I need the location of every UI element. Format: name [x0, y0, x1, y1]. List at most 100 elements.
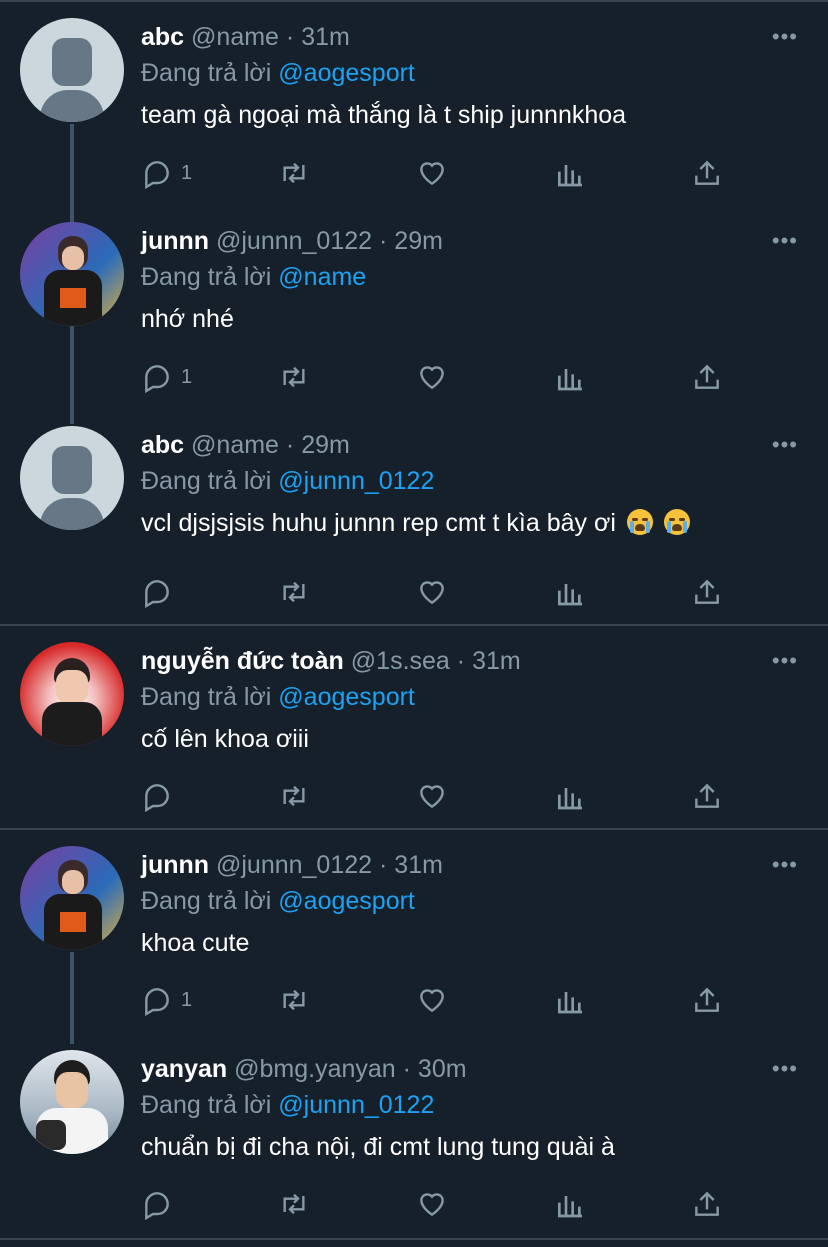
- reply-button[interactable]: [141, 1184, 181, 1224]
- timestamp[interactable]: · 31m: [286, 23, 350, 51]
- thread-divider: [0, 828, 828, 830]
- photo-avatar[interactable]: [20, 222, 124, 326]
- reply-icon: [145, 580, 169, 608]
- retweet-icon: [283, 366, 305, 388]
- photo-avatar[interactable]: [20, 846, 124, 950]
- more-options-icon[interactable]: •••: [772, 222, 798, 260]
- tweet[interactable]: yanyan @bmg.yanyan · 30m Đang trả lời @j…: [0, 1050, 828, 1240]
- reply-context: Đang trả lời @aogesport: [141, 887, 415, 915]
- share-button[interactable]: [691, 572, 723, 612]
- reply-icon: [145, 988, 169, 1016]
- analytics-button[interactable]: [554, 357, 586, 397]
- photo-avatar[interactable]: [20, 642, 124, 746]
- like-button[interactable]: [416, 153, 448, 193]
- default-avatar[interactable]: [20, 426, 124, 530]
- timestamp[interactable]: · 29m: [379, 227, 443, 255]
- thread-divider: [0, 624, 828, 626]
- retweet-button[interactable]: [278, 980, 310, 1020]
- reply-context: Đang trả lời @name: [141, 263, 367, 291]
- more-options-icon[interactable]: •••: [772, 642, 798, 680]
- display-name[interactable]: abc: [141, 23, 184, 51]
- share-button[interactable]: [691, 153, 723, 193]
- tweet[interactable]: junnn @junnn_0122 · 31m Đang trả lời @ao…: [0, 846, 828, 1036]
- timestamp[interactable]: · 31m: [379, 851, 443, 879]
- more-options-icon[interactable]: •••: [772, 426, 798, 464]
- more-options-icon[interactable]: •••: [772, 846, 798, 884]
- tweet-text: cố lên khoa ơiii: [141, 725, 309, 753]
- timestamp[interactable]: · 30m: [403, 1055, 467, 1083]
- reply-button[interactable]: 1: [141, 357, 192, 397]
- tweet[interactable]: junnn @junnn_0122 · 29m Đang trả lời @na…: [0, 222, 828, 412]
- like-button[interactable]: [416, 572, 448, 612]
- reply-button[interactable]: [141, 776, 181, 816]
- crying-emoji-icon: [626, 509, 653, 535]
- reply-button[interactable]: 1: [141, 153, 192, 193]
- analytics-icon: [558, 992, 582, 1014]
- analytics-button[interactable]: [554, 572, 586, 612]
- retweet-button[interactable]: [278, 572, 310, 612]
- analytics-icon: [558, 788, 582, 810]
- reply-count: 1: [181, 365, 193, 388]
- analytics-button[interactable]: [554, 153, 586, 193]
- default-avatar[interactable]: [20, 18, 124, 122]
- display-name[interactable]: junnn: [141, 851, 209, 879]
- handle[interactable]: @junnn_0122: [216, 851, 372, 879]
- mention-link[interactable]: @aogesport: [278, 887, 415, 915]
- more-options-icon[interactable]: •••: [772, 18, 798, 56]
- retweet-button[interactable]: [278, 1184, 310, 1224]
- share-button[interactable]: [691, 357, 723, 397]
- like-button[interactable]: [416, 357, 448, 397]
- reply-context: Đang trả lời @junnn_0122: [141, 467, 435, 495]
- reply-icon: [145, 365, 169, 393]
- share-button[interactable]: [691, 980, 723, 1020]
- reply-count: 1: [181, 161, 193, 184]
- display-name[interactable]: abc: [141, 431, 184, 459]
- like-button[interactable]: [416, 1184, 448, 1224]
- tweet[interactable]: abc @name · 31m Đang trả lời @aogesport …: [0, 18, 828, 208]
- display-name[interactable]: nguyễn đức toàn: [141, 647, 344, 675]
- mention-link[interactable]: @aogesport: [278, 59, 415, 87]
- analytics-button[interactable]: [554, 980, 586, 1020]
- tweet-text: khoa cute: [141, 929, 250, 957]
- analytics-icon: [558, 584, 582, 606]
- photo-avatar[interactable]: [20, 1050, 124, 1154]
- display-name[interactable]: yanyan: [141, 1055, 227, 1083]
- reply-count: 1: [181, 988, 193, 1011]
- mention-link[interactable]: @aogesport: [278, 683, 415, 711]
- retweet-icon: [283, 581, 305, 603]
- action-bar: [141, 776, 741, 816]
- tweet-text: chuẩn bị đi cha nội, đi cmt lung tung qu…: [141, 1133, 615, 1161]
- reply-context: Đang trả lời @junnn_0122: [141, 1091, 435, 1119]
- crying-emoji-icon: [663, 509, 690, 535]
- reply-button[interactable]: [141, 572, 181, 612]
- like-button[interactable]: [416, 776, 448, 816]
- reply-icon: [145, 161, 169, 189]
- share-button[interactable]: [691, 776, 723, 816]
- heart-icon: [420, 581, 444, 605]
- analytics-button[interactable]: [554, 1184, 586, 1224]
- timestamp[interactable]: · 29m: [286, 431, 350, 459]
- retweet-button[interactable]: [278, 357, 310, 397]
- timestamp[interactable]: · 31m: [457, 647, 521, 675]
- handle[interactable]: @bmg.yanyan: [234, 1055, 396, 1083]
- handle[interactable]: @name: [191, 23, 279, 51]
- reply-context: Đang trả lời @aogesport: [141, 59, 415, 87]
- share-button[interactable]: [691, 1184, 723, 1224]
- heart-icon: [420, 989, 444, 1013]
- tweet-text: nhớ nhé: [141, 305, 234, 333]
- like-button[interactable]: [416, 980, 448, 1020]
- reply-button[interactable]: 1: [141, 980, 192, 1020]
- handle[interactable]: @name: [191, 431, 279, 459]
- tweet[interactable]: nguyễn đức toàn @1s.sea · 31m Đang trả l…: [0, 642, 828, 828]
- retweet-button[interactable]: [278, 153, 310, 193]
- analytics-button[interactable]: [554, 776, 586, 816]
- tweet[interactable]: abc @name · 29m Đang trả lời @junnn_0122…: [0, 426, 828, 626]
- display-name[interactable]: junnn: [141, 227, 209, 255]
- mention-link[interactable]: @junnn_0122: [278, 1091, 434, 1119]
- handle[interactable]: @junnn_0122: [216, 227, 372, 255]
- mention-link[interactable]: @junnn_0122: [278, 467, 434, 495]
- handle[interactable]: @1s.sea: [351, 647, 450, 675]
- mention-link[interactable]: @name: [278, 263, 366, 291]
- retweet-button[interactable]: [278, 776, 310, 816]
- more-options-icon[interactable]: •••: [772, 1050, 798, 1088]
